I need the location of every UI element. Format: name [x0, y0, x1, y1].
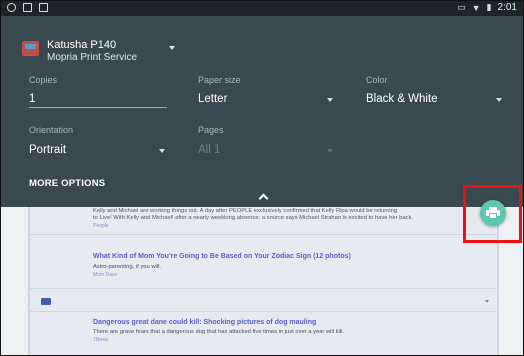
article-title: Dangerous great dane could kill: Shockin…	[93, 319, 317, 326]
copies-input[interactable]: 1	[29, 93, 35, 105]
orientation-label: Orientation	[29, 125, 74, 135]
paper-size-label: Paper size	[198, 75, 241, 85]
article-divider	[28, 311, 499, 312]
battery-icon: ▮	[486, 2, 492, 12]
vibrate-icon: ▭	[457, 2, 466, 12]
status-bar-right: ▭ ▼ ▮ 2:01	[457, 2, 517, 13]
paper-size-select[interactable]: Letter	[198, 93, 227, 105]
pages-dropdown-icon	[327, 149, 333, 153]
article-description: Astro-parenting, if you will.	[93, 264, 161, 270]
pages-label: Pages	[198, 125, 224, 135]
printer-app-icon[interactable]	[22, 41, 39, 56]
more-options-button[interactable]: MORE OPTIONS	[29, 178, 105, 189]
media-icon	[41, 298, 51, 305]
article-title: What Kind of Mom You're Going to Be Base…	[93, 253, 351, 260]
article-divider	[28, 288, 499, 289]
color-dropdown-icon[interactable]	[496, 98, 502, 102]
pages-select: All 1	[198, 144, 221, 156]
article-source: Mom Daze	[93, 272, 118, 278]
orientation-dropdown-icon[interactable]	[159, 149, 165, 153]
copies-label: Copies	[29, 75, 58, 85]
chevron-down-icon	[485, 300, 489, 303]
article-excerpt-line-1: Kelly and Michael are working things out…	[93, 208, 398, 214]
clock: 2:01	[497, 2, 517, 13]
article-source: People	[93, 223, 109, 229]
print-icon	[486, 207, 500, 219]
color-select[interactable]: Black & White	[366, 93, 438, 105]
printer-name[interactable]: Katusha P140	[47, 39, 116, 51]
wifi-icon: ▼	[471, 2, 481, 13]
article-excerpt-line-2: to Live! With Kelly and Michael! after a…	[93, 215, 413, 221]
screen: ▭ ▼ ▮ 2:01 Katusha P140 Mopria Print Ser…	[0, 0, 524, 356]
paper-size-dropdown-icon[interactable]	[327, 98, 333, 102]
color-label: Color	[366, 75, 388, 85]
printer-service[interactable]: Mopria Print Service	[47, 52, 137, 63]
status-bar: ▭ ▼ ▮ 2:01	[1, 1, 523, 16]
status-bar-left	[7, 3, 48, 12]
image-icon	[23, 3, 32, 12]
print-button[interactable]	[480, 200, 506, 226]
android-icon	[7, 3, 16, 12]
copies-input-underline	[29, 107, 167, 108]
article-source: 7News	[93, 337, 109, 343]
article-description: There are grave fears that a dangerous d…	[93, 329, 345, 335]
sd-card-icon	[39, 3, 48, 12]
printer-dropdown-icon[interactable]	[169, 46, 175, 50]
orientation-select[interactable]: Portrait	[29, 144, 66, 156]
article-divider	[28, 234, 499, 235]
